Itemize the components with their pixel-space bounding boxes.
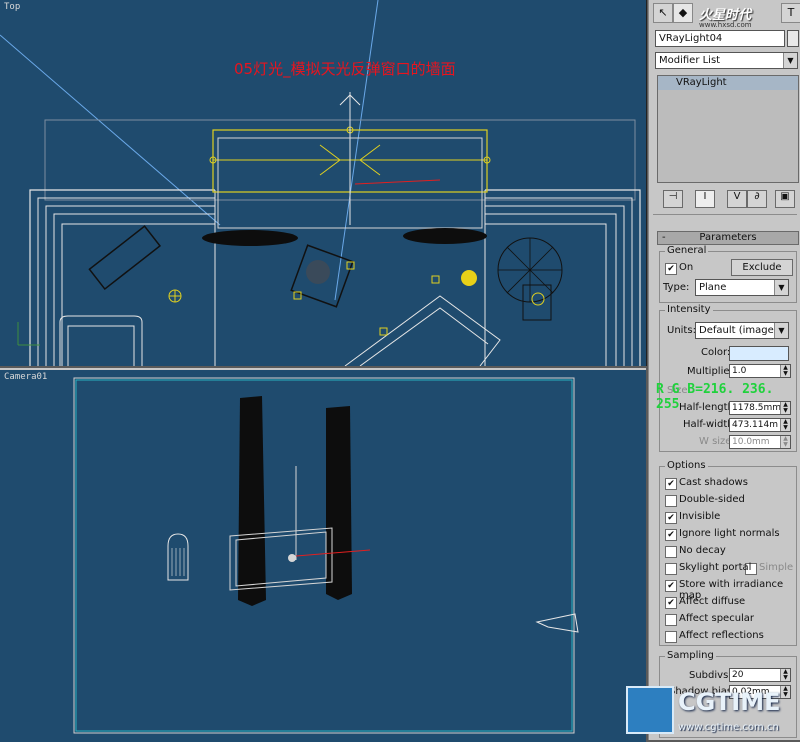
half-width-spinner[interactable]: 473.114m ▲ ▼ [729,418,791,432]
top-viewport[interactable]: Top 05灯光_模拟天光反弹窗口的墙面 [0,0,647,366]
w-size-spinner[interactable]: 10.0mm ▲ ▼ [729,435,791,449]
simple-label: Simple [759,562,794,573]
on-checkbox[interactable]: ✔ [665,263,677,275]
option-checkbox[interactable] [665,546,677,558]
spinner-arrows-icon[interactable]: ▲ ▼ [780,436,790,448]
option-label: Double-sided [679,494,745,505]
remove-modifier-icon[interactable]: ∂ [747,190,767,208]
rollout-title: Parameters [699,232,757,243]
option-label: Skylight portal [679,562,752,573]
option-checkbox[interactable]: ✔ [665,512,677,524]
chevron-down-icon: ▼ [783,53,797,68]
subdivs-spinner[interactable]: 20 ▲ ▼ [729,668,791,682]
option-label: Invisible [679,511,721,522]
option-checkbox[interactable] [665,631,677,643]
configure-sets-icon[interactable]: ▣ [775,190,795,208]
option-label: No decay [679,545,726,556]
type-value: Plane [699,282,727,293]
option-label: Ignore light normals [679,528,780,539]
top-viewport-wireframe [0,0,641,366]
watermark-url: www.hxsd.com [699,21,752,29]
general-title: General [665,245,709,256]
chevron-down-icon: ▼ [774,280,788,295]
command-panel: ↖ ◆ T 火星时代 www.hxsd.com VRayLight04 Modi… [648,0,800,740]
utilities-tab-icon[interactable]: T [781,3,800,23]
type-dropdown[interactable]: Plane ▼ [695,279,789,296]
w-size-label: W size [699,436,732,447]
spinner-arrows-icon[interactable]: ▲ ▼ [780,669,790,681]
rollout-toggle: - [662,232,666,243]
camera-viewport[interactable]: Camera01 [0,368,646,742]
option-checkbox[interactable]: ✔ [665,529,677,541]
stack-item[interactable]: VRayLight [658,76,798,90]
multiplier-value: 1.0 [732,366,747,376]
options-title: Options [665,460,708,471]
chevron-down-icon: ▼ [774,323,788,338]
color-swatch[interactable] [729,346,789,361]
watermark-bottom-brand: CGTIME [678,688,781,716]
object-name-field[interactable]: VRayLight04 [655,30,785,47]
units-dropdown[interactable]: Default (image) ▼ [695,322,789,339]
modifier-list-dropdown[interactable]: Modifier List ▼ [655,52,798,69]
watermark-logo-top: 火星时代 www.hxsd.com [699,4,779,29]
create-tab-icon[interactable]: ↖ [653,3,673,23]
make-unique-icon[interactable]: V [727,190,747,208]
modify-tab-icon[interactable]: ◆ [673,3,693,23]
option-checkbox[interactable]: ✔ [665,597,677,609]
w-size-value: 10.0mm [732,437,770,447]
watermark-bottom-url: www.cgtime.com.cn [678,722,779,733]
cgtime-logo-icon [626,686,674,734]
annotation-text: 05灯光_模拟天光反弹窗口的墙面 [234,60,456,78]
color-label: Color: [701,347,731,358]
show-end-result-icon[interactable]: I [695,190,715,208]
spinner-arrows-icon[interactable]: ▲ ▼ [780,419,790,431]
intensity-title: Intensity [665,304,713,315]
option-checkbox[interactable] [665,495,677,507]
units-value: Default (image) [699,325,778,336]
half-width-value: 473.114m [732,420,778,430]
option-checkbox[interactable]: ✔ [665,580,677,592]
multiplier-spinner[interactable]: 1.0 ▲ ▼ [729,364,791,378]
on-label: On [679,262,694,273]
subdivs-label: Subdivs: [689,670,732,681]
option-checkbox[interactable] [665,614,677,626]
modifier-list-label: Modifier List [659,55,721,66]
option-label: Affect reflections [679,630,764,641]
subdivs-value: 20 [732,670,744,680]
exclude-button[interactable]: Exclude [731,259,793,276]
camera-viewport-scene [73,377,579,734]
option-label: Affect diffuse [679,596,746,607]
type-label: Type: [663,282,690,293]
option-label: Cast shadows [679,477,748,488]
units-label: Units: [667,325,696,336]
option-checkbox[interactable]: ✔ [665,478,677,490]
modifier-stack[interactable]: VRayLight [657,75,799,183]
rgb-overlay-text: R G B=216. 236. 255 [656,382,774,412]
parameters-rollout-header[interactable]: - Parameters [657,231,799,245]
pin-stack-icon[interactable]: ⊣ [663,190,683,208]
sampling-title: Sampling [665,650,716,661]
option-checkbox[interactable] [665,563,677,575]
object-color-swatch[interactable] [787,30,799,47]
spinner-arrows-icon[interactable]: ▲ ▼ [780,365,790,377]
option-label: Affect specular [679,613,755,624]
stack-toolbar: ⊣ I V ∂ ▣ [657,188,797,208]
watermark-logo-bottom: CGTIME www.cgtime.com.cn [626,686,798,738]
